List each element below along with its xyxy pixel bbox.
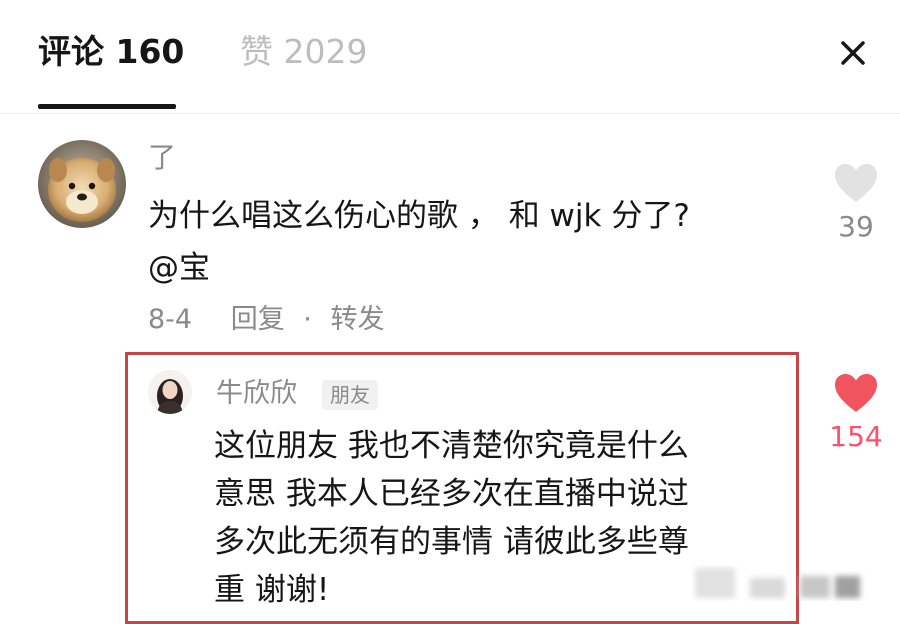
close-button[interactable]: [830, 30, 876, 76]
reply-avatar[interactable]: [148, 370, 192, 414]
reply-button[interactable]: 回复: [231, 304, 285, 335]
comment-username[interactable]: 了: [148, 140, 176, 176]
comment-text: 为什么唱这么伤心的歌 ， 和 wjk 分了? @宝: [148, 190, 788, 294]
comment-tabs: 评论 160 赞 2029: [0, 0, 900, 114]
dog-avatar-image: [38, 140, 126, 228]
tab-comments[interactable]: 评论 160: [38, 30, 184, 74]
close-icon: [841, 41, 865, 65]
meta-separator: ·: [303, 304, 312, 335]
active-tab-indicator: [38, 104, 176, 109]
comment-date: 8-4: [148, 304, 193, 335]
like-count: 39: [838, 210, 874, 243]
reply-like[interactable]: 154: [826, 372, 886, 454]
avatar[interactable]: [38, 140, 126, 228]
friend-badge: 朋友: [322, 380, 378, 410]
comment-text-line: 为什么唱这么伤心的歌 ， 和 wjk 分了?: [148, 198, 690, 234]
comment-like[interactable]: 39: [826, 162, 886, 244]
heart-icon: [835, 164, 877, 202]
reply-username[interactable]: 牛欣欣: [216, 376, 297, 412]
share-button[interactable]: 转发: [330, 304, 384, 335]
reply-text-line: 意思 我本人已经多次在直播中说过: [214, 476, 689, 512]
blurred-watermark: [695, 568, 860, 598]
heart-icon: [835, 374, 877, 412]
reply-text-line: 这位朋友 我也不清楚你究竟是什么: [214, 428, 689, 464]
tab-likes[interactable]: 赞 2029: [240, 30, 367, 74]
like-count: 154: [829, 420, 883, 453]
tabs-divider: [0, 113, 900, 114]
comment-meta: 8-4 回复 · 转发: [148, 300, 394, 340]
person-avatar-image: [148, 370, 192, 414]
comment-mention[interactable]: @宝: [148, 242, 788, 294]
